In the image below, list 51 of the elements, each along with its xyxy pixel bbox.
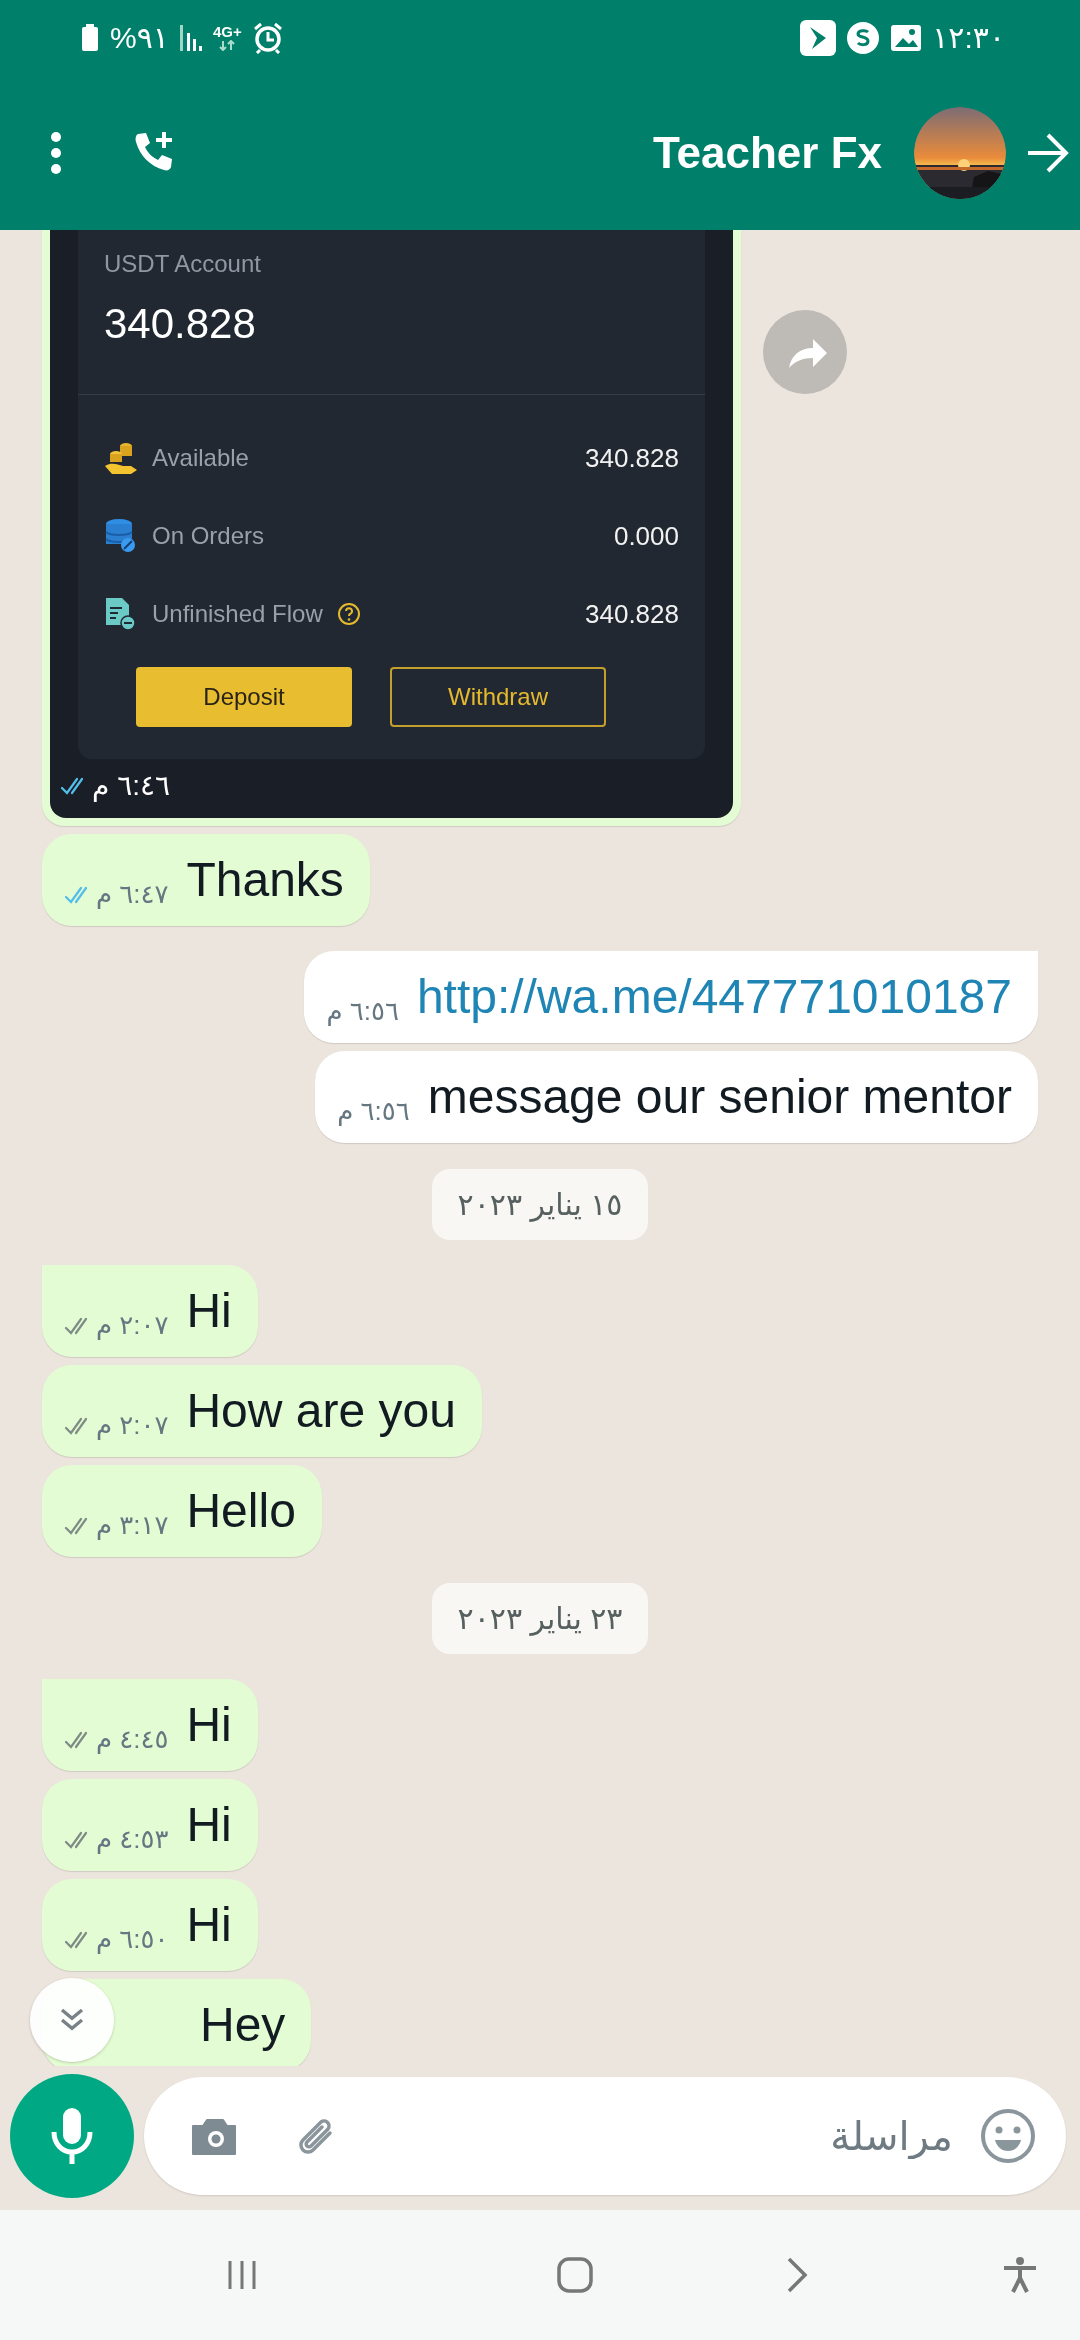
clock-time: ١٢:٣٠ [932, 20, 1005, 55]
help-icon[interactable] [336, 602, 361, 626]
emoji-icon[interactable] [980, 2108, 1036, 2164]
microphone-button[interactable] [10, 2074, 134, 2198]
date-label: ٢٣ يناير ٢٠٢٣ [431, 1583, 649, 1654]
message-text: Hi [186, 1283, 232, 1339]
message-time: ٢:٠٧ م [96, 1410, 169, 1441]
balance-value: 340.828 [585, 442, 679, 474]
signal-icon [178, 22, 203, 53]
message-text: Hello [186, 1483, 296, 1539]
scroll-down-button[interactable] [30, 1978, 114, 2062]
balance-label: On Orders [152, 522, 265, 550]
message-text: Hey [200, 1997, 286, 2053]
menu-icon[interactable] [50, 130, 62, 175]
message-time: ٢:٠٧ م [96, 1310, 169, 1341]
message-text: How are you [186, 1383, 456, 1439]
contact-name[interactable]: Teacher Fx [652, 127, 882, 178]
account-balance: 340.828 [104, 300, 257, 348]
home-icon[interactable] [554, 2255, 595, 2295]
message-time: ٦:٥٠ م [96, 1924, 169, 1955]
battery-level: %٩١ [110, 20, 169, 55]
message-time: ٦:٤٦ م [92, 769, 171, 802]
balance-value: 340.828 [585, 598, 679, 630]
database-icon [104, 518, 138, 554]
network-type: 4G+ [212, 24, 242, 40]
message-time: ٤:٥٣ م [96, 1824, 169, 1855]
battery-icon [80, 22, 100, 53]
message-time: ٦:٥٦ م [337, 1096, 410, 1127]
date-label: ١٥ يناير ٢٠٢٣ [431, 1169, 649, 1240]
message-text: Thanks [186, 852, 344, 908]
message-time: ٣:١٧ م [96, 1510, 169, 1541]
alarm-icon [251, 21, 284, 54]
message-text: message our senior mentor [427, 1069, 1012, 1125]
message-time: ٤:٤٥ م [96, 1724, 169, 1755]
coins-hand-icon [104, 440, 138, 476]
message-text: Hi [186, 1897, 232, 1953]
message-text: Hi [186, 1697, 232, 1753]
message-text: Hi [186, 1797, 232, 1853]
deposit-button[interactable]: Deposit [136, 667, 352, 727]
data-arrows-icon [218, 40, 237, 51]
message-link[interactable]: http://wa.me/447771010187 [416, 965, 1012, 1029]
balance-label: Unfinished Flow [152, 600, 323, 628]
account-label: USDT Account [104, 250, 262, 278]
s-circle-icon [846, 20, 881, 55]
message-time: ٦:٤٧ م [96, 879, 169, 910]
balance-label: Available [152, 444, 249, 472]
withdraw-button[interactable]: Withdraw [390, 667, 606, 727]
app-notification-icon [800, 19, 837, 56]
message-time: ٦:٥٦ م [326, 996, 399, 1027]
document-icon [104, 596, 138, 632]
balance-value: 0.000 [613, 520, 679, 552]
